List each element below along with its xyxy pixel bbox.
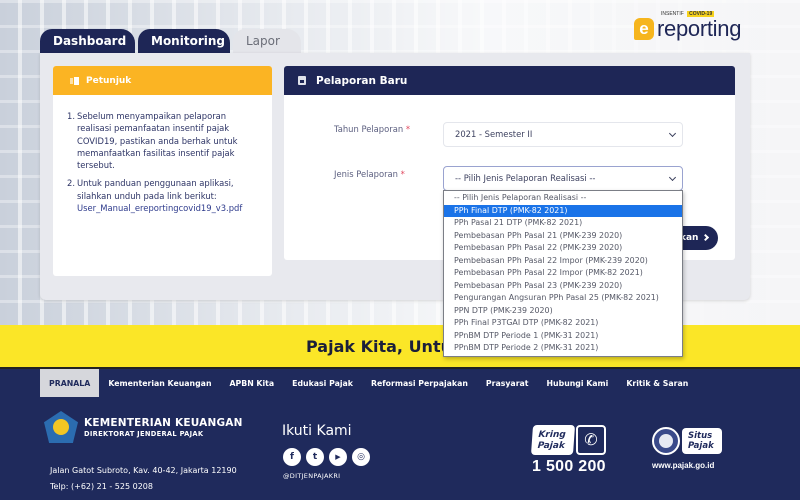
footer-nav-hubungi[interactable]: Hubungi Kami xyxy=(538,369,618,397)
dropdown-option[interactable]: PPh Final P3TGAI DTP (PMK-82 2021) xyxy=(444,317,682,330)
logo-e-icon: e xyxy=(634,18,654,40)
dropdown-option[interactable]: Pembebasan PPh Pasal 22 Impor (PMK-239 2… xyxy=(444,255,682,268)
petunjuk-item: 1. Sebelum menyampaikan pelaporan realis… xyxy=(67,110,258,171)
dropdown-option[interactable]: PPN DTP (PMK-239 2020) xyxy=(444,305,682,318)
chevron-down-icon xyxy=(668,129,677,138)
tab-dashboard[interactable]: Dashboard xyxy=(40,29,135,53)
address: Jalan Gatot Subroto, Kav. 40-42, Jakarta… xyxy=(50,466,237,475)
facebook-icon[interactable]: f xyxy=(283,448,301,466)
logo-tagline: INSENTIF xyxy=(661,11,684,17)
org-name: KEMENTERIAN KEUANGAN xyxy=(84,416,243,429)
footer-nav-reformasi[interactable]: Reformasi Perpajakan xyxy=(362,369,477,397)
follow-title: Ikuti Kami xyxy=(282,423,352,439)
footer-nav-edukasi[interactable]: Edukasi Pajak xyxy=(283,369,362,397)
dropdown-option[interactable]: Pembebasan PPh Pasal 22 (PMK-239 2020) xyxy=(444,242,682,255)
petunjuk-header: Petunjuk xyxy=(53,66,272,95)
globe-icon xyxy=(652,427,680,455)
kring-number: 1 500 200 xyxy=(532,458,606,475)
jenis-dropdown-list[interactable]: -- Pilih Jenis Pelaporan Realisasi -- PP… xyxy=(443,190,683,357)
tab-lapor[interactable]: Lapor xyxy=(233,29,301,53)
chevron-right-icon xyxy=(701,233,710,242)
dropdown-option[interactable]: PPnBM DTP Periode 1 (PMK-31 2021) xyxy=(444,330,682,343)
dropdown-option[interactable]: Pembebasan PPh Pasal 21 (PMK-239 2020) xyxy=(444,230,682,243)
kring-pajak[interactable]: Kring Pajak ✆ 1 500 200 xyxy=(530,425,606,476)
pelaporan-header: Pelaporan Baru xyxy=(284,66,735,95)
item-number: 2. xyxy=(67,178,75,189)
main-tabs: Dashboard Monitoring Lapor xyxy=(40,29,304,53)
twitter-icon[interactable]: t xyxy=(306,448,324,466)
dropdown-option[interactable]: Pengurangan Angsuran PPh Pasal 25 (PMK-8… xyxy=(444,292,682,305)
dropdown-option[interactable]: -- Pilih Jenis Pelaporan Realisasi -- xyxy=(444,192,682,205)
petunjuk-list: 1. Sebelum menyampaikan pelaporan realis… xyxy=(53,95,272,214)
tahun-label: Tahun Pelaporan * xyxy=(334,124,410,134)
logo-text: reporting xyxy=(657,16,742,41)
instagram-icon[interactable]: ◎ xyxy=(352,448,370,466)
tab-monitoring[interactable]: Monitoring xyxy=(138,29,230,53)
submit-button[interactable]: kan xyxy=(680,226,718,250)
kring-pajak-logo: Kring Pajak xyxy=(530,425,576,455)
logo-badge: COVID-19 xyxy=(687,11,715,17)
phone-icon: ✆ xyxy=(576,425,606,455)
slogan-text: Pajak Kita, Untuk xyxy=(306,337,463,356)
jenis-select[interactable]: -- Pilih Jenis Pelaporan Realisasi -- xyxy=(443,166,683,191)
jenis-row: Jenis Pelaporan * xyxy=(334,167,444,179)
item-number: 1. xyxy=(67,111,75,121)
dropdown-option[interactable]: PPh Pasal 21 DTP (PMK-82 2021) xyxy=(444,217,682,230)
situs-pajak[interactable]: Situs Pajak www.pajak.go.id xyxy=(652,427,722,470)
footer-nav-pranala[interactable]: PRANALA xyxy=(40,369,100,397)
dropdown-option[interactable]: PPh Final DTP (PMK-82 2021) xyxy=(444,204,682,217)
petunjuk-title: Petunjuk xyxy=(86,75,132,86)
chevron-down-icon xyxy=(668,173,677,182)
required-mark: * xyxy=(405,124,410,134)
dropdown-option[interactable]: Pembebasan PPh Pasal 23 (PMK-239 2020) xyxy=(444,280,682,293)
book-icon xyxy=(70,76,79,85)
footer: PRANALA Kementerian Keuangan APBN Kita E… xyxy=(0,369,800,500)
ereporting-logo[interactable]: e INSENTIF COVID-19 reporting xyxy=(634,11,742,44)
phone: Telp: (+62) 21 - 525 0208 xyxy=(50,482,153,491)
petunjuk-card: Petunjuk 1. Sebelum menyampaikan pelapor… xyxy=(53,66,272,276)
situs-pajak-logo: Situs Pajak xyxy=(682,428,722,454)
dropdown-option[interactable]: PPnBM DTP Periode 2 (PMK-31 2021) xyxy=(444,342,682,355)
kemenkeu-logo[interactable]: KEMENTERIAN KEUANGAN DIREKTORAT JENDERAL… xyxy=(44,411,243,443)
footer-nav: PRANALA Kementerian Keuangan APBN Kita E… xyxy=(40,369,697,397)
tahun-select[interactable]: 2021 - Semester II xyxy=(443,122,683,147)
kemenkeu-emblem-icon xyxy=(44,411,78,443)
dropdown-option[interactable]: Pembebasan PPh Pasal 22 Impor (PMK-82 20… xyxy=(444,267,682,280)
tahun-row: Tahun Pelaporan * xyxy=(334,122,444,134)
situs-url: www.pajak.go.id xyxy=(652,461,715,470)
item-text: Sebelum menyampaikan pelaporan realisasi… xyxy=(77,111,238,171)
required-mark: * xyxy=(400,169,405,179)
footer-nav-apbn[interactable]: APBN Kita xyxy=(221,369,284,397)
contact-info: Jalan Gatot Subroto, Kav. 40-42, Jakarta… xyxy=(50,463,237,495)
social-links: f t ▶ ◎ xyxy=(283,448,375,466)
user-manual-link[interactable]: User_Manual_ereportingcovid19_v3.pdf xyxy=(77,203,242,213)
org-sub: DIREKTORAT JENDERAL PAJAK xyxy=(84,429,204,438)
document-icon xyxy=(298,76,306,85)
petunjuk-item: 2. Untuk panduan penggunaan aplikasi, si… xyxy=(67,177,258,214)
social-handle: @DITJENPAJAKRI xyxy=(283,472,341,480)
youtube-icon[interactable]: ▶ xyxy=(329,448,347,466)
jenis-label: Jenis Pelaporan * xyxy=(334,169,405,179)
item-text: Untuk panduan penggunaan aplikasi, silah… xyxy=(77,178,234,201)
footer-nav-kritik[interactable]: Kritik & Saran xyxy=(617,369,697,397)
footer-nav-kemenkeu[interactable]: Kementerian Keuangan xyxy=(99,369,220,397)
pelaporan-title: Pelaporan Baru xyxy=(316,74,408,87)
footer-nav-prasyarat[interactable]: Prasyarat xyxy=(477,369,538,397)
